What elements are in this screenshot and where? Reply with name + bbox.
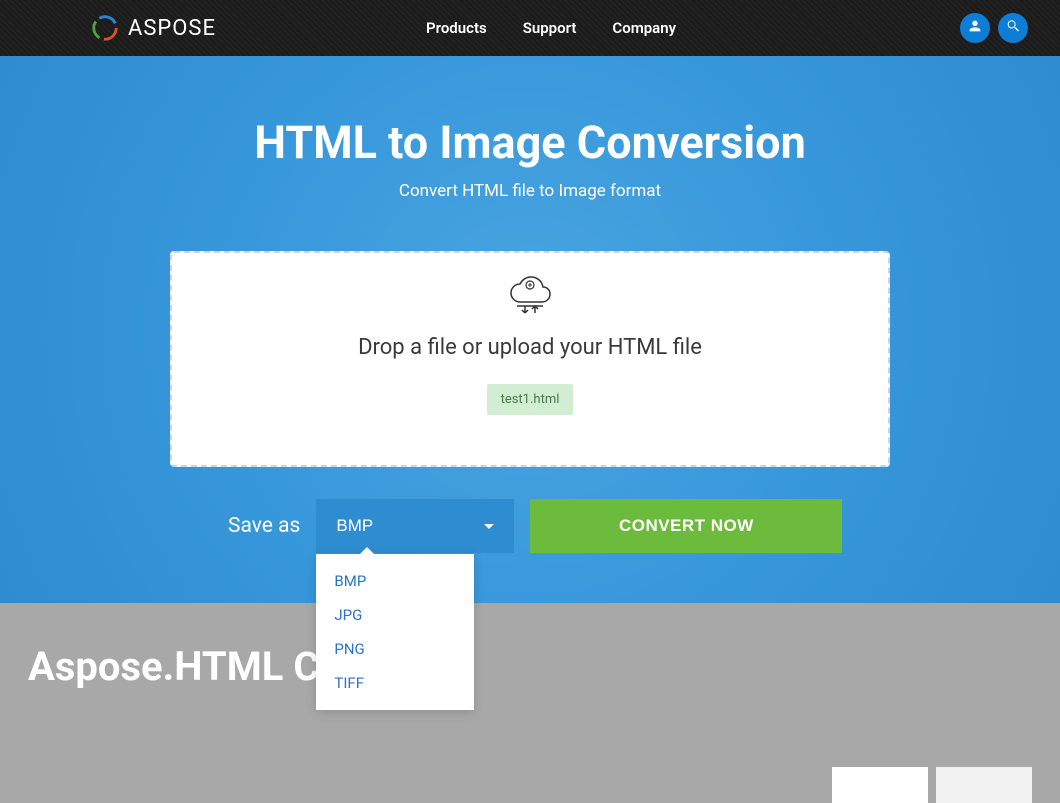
user-button[interactable] — [960, 13, 990, 43]
info-heading: Aspose.HTML Con — [28, 643, 1032, 690]
chevron-down-icon — [484, 524, 494, 529]
user-icon — [967, 18, 983, 38]
info-cards — [832, 767, 1032, 803]
format-select[interactable]: BMP — [316, 499, 514, 553]
aspose-logo-icon — [90, 13, 120, 43]
nav-support[interactable]: Support — [523, 19, 577, 37]
nav-company[interactable]: Company — [612, 19, 676, 37]
brand-text: ASPOSE — [128, 16, 216, 41]
file-dropzone[interactable]: Drop a file or upload your HTML file tes… — [170, 251, 890, 467]
main-nav: Products Support Company — [426, 19, 676, 37]
format-dropdown: BMP JPG PNG TIFF — [316, 554, 474, 710]
uploaded-file-chip[interactable]: test1.html — [487, 384, 574, 415]
format-option-jpg[interactable]: JPG — [316, 598, 474, 632]
nav-products[interactable]: Products — [426, 19, 487, 37]
info-section: Aspose.HTML Con — [0, 603, 1060, 803]
controls-row: Save as BMP BMP JPG PNG TIFF CONVERT NOW — [170, 499, 890, 553]
format-option-png[interactable]: PNG — [316, 632, 474, 666]
header-actions — [960, 13, 1028, 43]
page-title: HTML to Image Conversion — [0, 116, 1060, 169]
format-selected-value: BMP — [336, 516, 373, 536]
logo[interactable]: ASPOSE — [90, 13, 216, 43]
format-option-bmp[interactable]: BMP — [316, 564, 474, 598]
format-option-tiff[interactable]: TIFF — [316, 666, 474, 700]
info-card — [936, 767, 1032, 803]
convert-button[interactable]: CONVERT NOW — [530, 499, 842, 553]
page-subtitle: Convert HTML file to Image format — [0, 181, 1060, 201]
hero-section: HTML to Image Conversion Convert HTML fi… — [0, 56, 1060, 603]
dropzone-prompt: Drop a file or upload your HTML file — [192, 335, 868, 360]
info-card — [832, 767, 928, 803]
save-as-label: Save as — [228, 514, 300, 538]
search-button[interactable] — [998, 13, 1028, 43]
top-header: ASPOSE Products Support Company — [0, 0, 1060, 56]
search-icon — [1005, 18, 1021, 38]
format-select-wrap: BMP BMP JPG PNG TIFF — [316, 499, 514, 553]
cloud-upload-icon — [192, 273, 868, 321]
